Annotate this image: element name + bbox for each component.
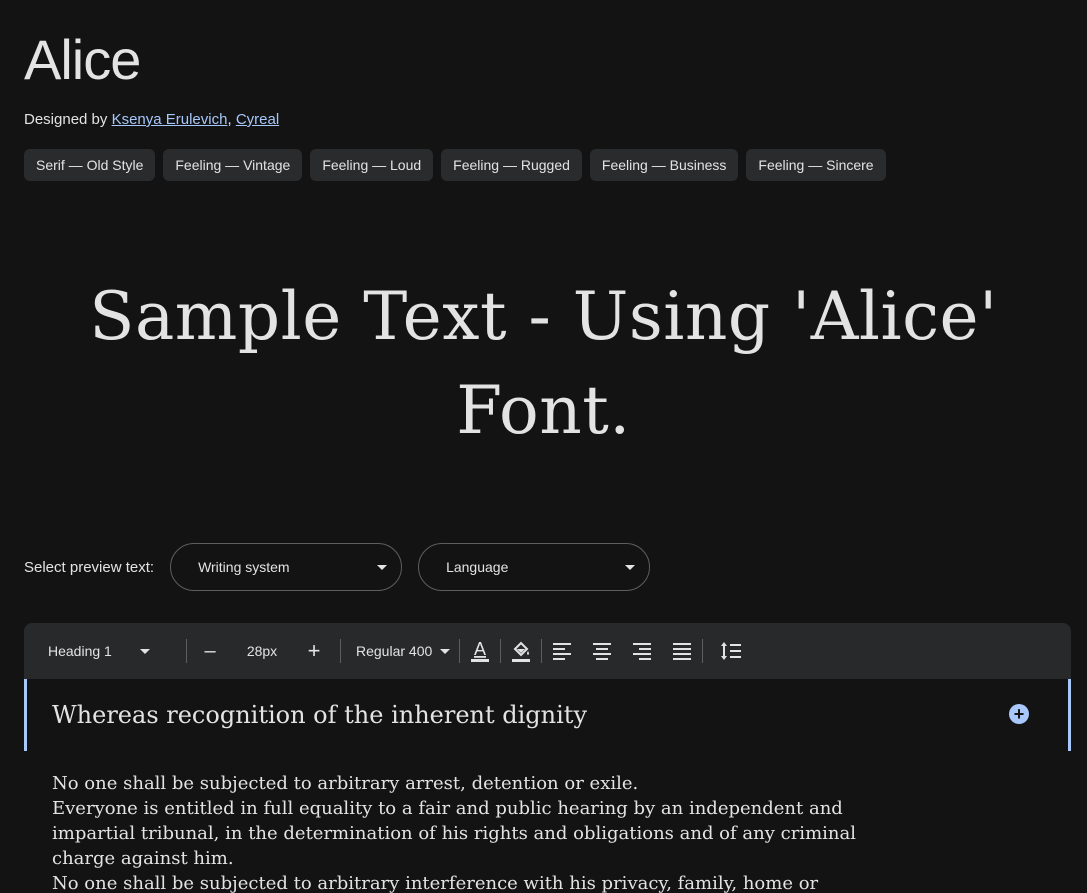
decrease-size-button[interactable]: – [187,631,233,671]
align-right-button[interactable] [622,631,662,671]
writing-system-select[interactable]: Writing system [170,543,403,591]
tag-serif-old-style[interactable]: Serif — Old Style [24,149,156,181]
style-select[interactable]: Heading 1 [24,631,162,671]
designer-separator: , [227,111,232,128]
chevron-down-icon [140,648,150,654]
preview-label: Select preview text: [24,558,155,576]
weight-value: Regular 400 [356,643,433,659]
designer-line: Designed by Ksenya Erulevich, Cyreal [24,110,279,130]
designer-link-cyreal[interactable]: Cyreal [236,111,279,128]
increase-size-button[interactable]: + [291,631,337,671]
designer-link-ksenya[interactable]: Ksenya Erulevich [112,111,228,128]
line-height-icon [721,642,741,660]
chevron-down-icon [377,565,388,570]
writing-system-value: Writing system [198,559,290,575]
align-center-icon [593,643,611,660]
font-page: Alice Designed by Ksenya Erulevich, Cyre… [0,0,1087,893]
highlight-color-icon [512,641,530,662]
tag-feeling-loud[interactable]: Feeling — Loud [310,149,434,181]
tag-feeling-rugged[interactable]: Feeling — Rugged [441,149,582,181]
editor-heading-block[interactable]: Whereas recognition of the inherent dign… [24,679,1071,751]
paragraph-line: Everyone is entitled in full equality to… [52,798,843,819]
paragraph-line: No one shall be subjected to arbitrary a… [52,773,639,794]
editor-toolbar: Heading 1 – 28px + Regular 400 A [24,623,1071,679]
preview-text-selector: Select preview text: Writing system Lang… [24,543,666,591]
text-color-button[interactable]: A [460,631,500,671]
line-height-button[interactable] [703,631,759,671]
style-value: Heading 1 [48,643,112,659]
paragraph-line: impartial tribunal, in the determination… [52,823,856,844]
tag-feeling-vintage[interactable]: Feeling — Vintage [163,149,303,181]
svg-text:A: A [474,639,486,659]
text-color-icon: A [471,639,489,662]
align-right-icon [633,643,651,660]
designed-by-label: Designed by [24,111,108,128]
align-center-button[interactable] [582,631,622,671]
paragraph-line: No one shall be subjected to arbitrary i… [52,873,819,893]
align-justify-button[interactable] [662,631,702,671]
align-justify-icon [673,643,691,660]
editor-heading[interactable]: Whereas recognition of the inherent dign… [52,697,587,733]
language-select[interactable]: Language [418,543,651,591]
font-size-value[interactable]: 28px [233,631,291,671]
tag-feeling-business[interactable]: Feeling — Business [589,149,739,181]
highlight-color-button[interactable] [501,631,541,671]
plus-icon: + [1013,704,1025,724]
align-left-button[interactable] [542,631,582,671]
font-title: Alice [24,28,141,91]
paragraph-line: charge against him. [52,848,234,869]
weight-select[interactable]: Regular 400 [341,631,459,671]
add-block-button[interactable]: + [1009,704,1029,724]
tag-feeling-sincere[interactable]: Feeling — Sincere [746,149,886,181]
editor-paragraph[interactable]: No one shall be subjected to arbitrary a… [52,771,952,893]
chevron-down-icon [625,565,636,570]
language-value: Language [446,559,509,575]
align-left-icon [553,643,571,660]
chevron-down-icon [440,648,451,654]
tag-list: Serif — Old Style Feeling — Vintage Feel… [24,149,886,181]
sample-text: Sample Text - Using 'Alice' Font. [89,278,998,449]
